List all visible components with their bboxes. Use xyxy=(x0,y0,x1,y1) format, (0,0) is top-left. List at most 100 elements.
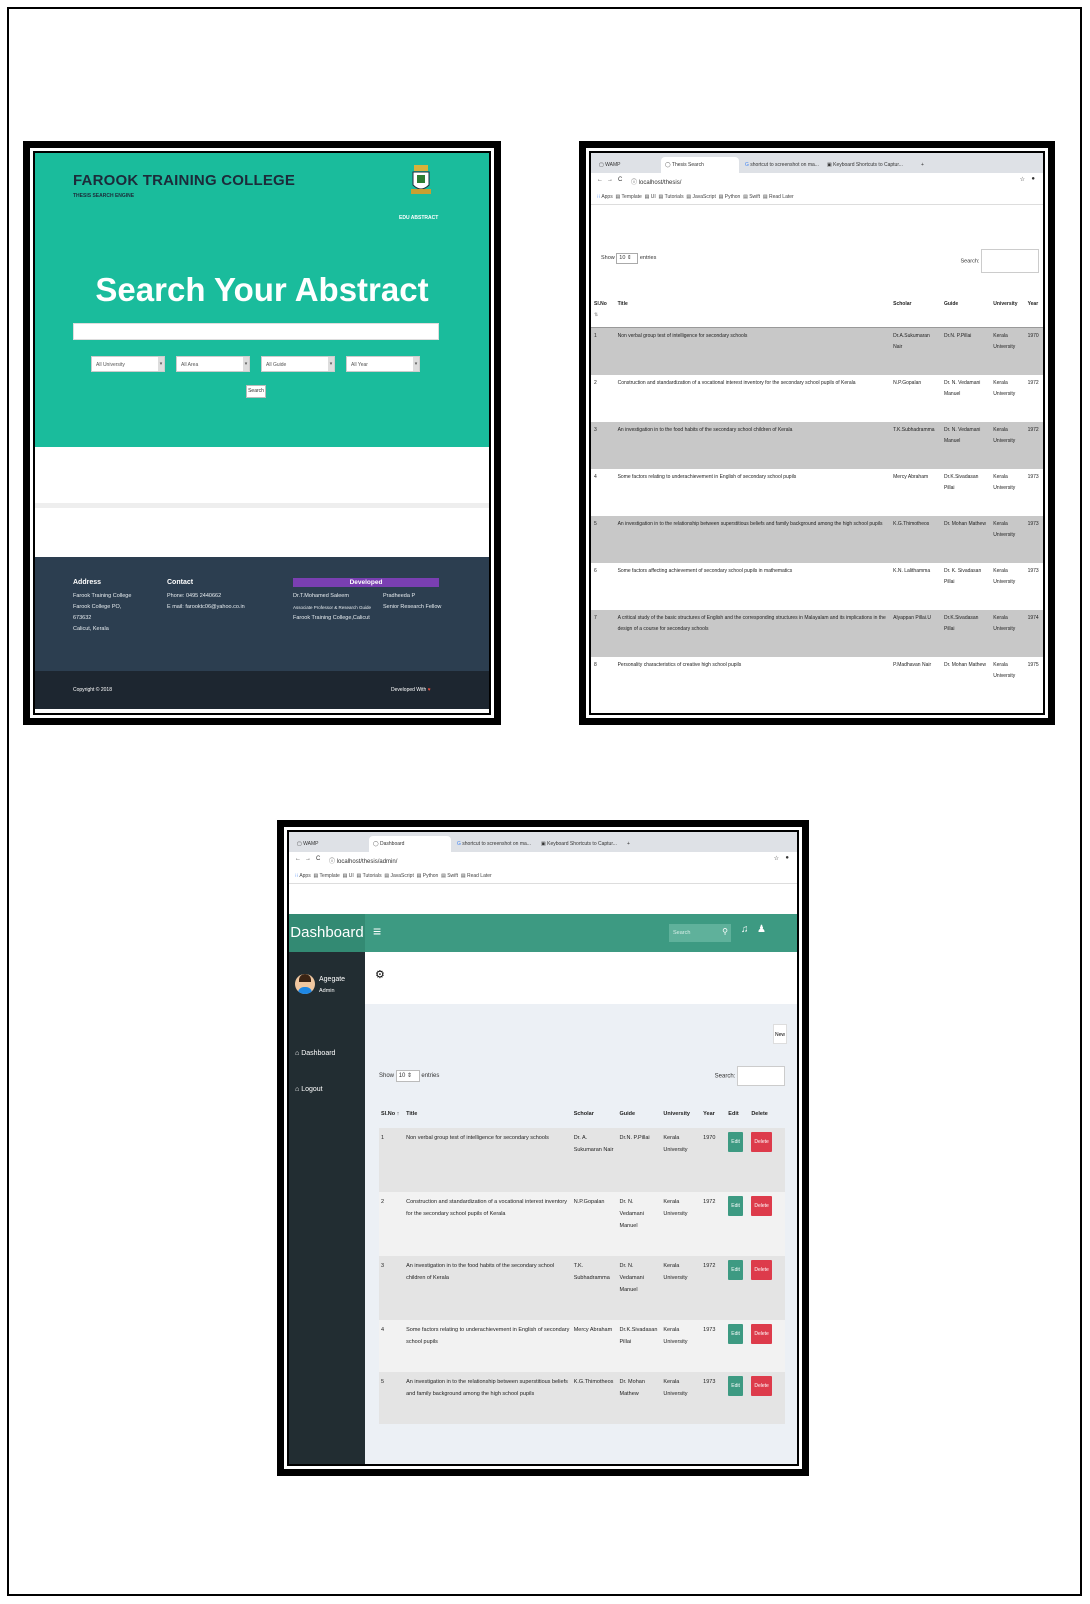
col-header-scholar[interactable]: Scholar xyxy=(572,1100,618,1128)
cell-guide: Dr. N. Vedamani Manuel xyxy=(619,1199,644,1229)
avatar-shirt xyxy=(298,987,312,994)
col-header-university[interactable]: University xyxy=(990,293,1025,328)
browser-tab-keyboard[interactable]: ▣ Keyboard Shortcuts to Captur... xyxy=(823,157,913,173)
url-field[interactable]: ⓘ localhost/thesis/ xyxy=(631,177,681,186)
tab-label: Thesis Search xyxy=(671,162,704,168)
forward-icon[interactable]: → xyxy=(607,177,613,183)
forward-icon[interactable]: → xyxy=(305,856,311,862)
extension-icon[interactable]: ● xyxy=(785,855,789,861)
table-search-input[interactable] xyxy=(981,249,1039,273)
table-row[interactable]: 4 Some factors relating to underachieveme… xyxy=(591,469,1043,516)
star-icon[interactable]: ☆ xyxy=(774,855,779,862)
back-icon[interactable]: ← xyxy=(597,177,603,183)
bookmark-ui[interactable]: ▤ UI xyxy=(645,194,656,200)
sidebar-item-dashboard[interactable]: ⌂ Dashboard xyxy=(295,1050,335,1057)
table-search-input[interactable] xyxy=(737,1066,785,1086)
col-header-year[interactable]: Year xyxy=(1024,293,1043,328)
sidebar-item-label: Logout xyxy=(301,1086,323,1093)
search-icon[interactable]: ⚲ xyxy=(722,927,728,936)
browser-tab-shortcut[interactable]: G shortcut to screenshot on ma... xyxy=(453,836,535,852)
bookmark-ui[interactable]: ▤ UI xyxy=(343,873,354,879)
table-row[interactable]: 7 A critical study of the basic structure… xyxy=(591,609,1043,657)
bookmark-read-later[interactable]: ▤ Read Later xyxy=(763,194,794,200)
col-header-delete[interactable]: Delete xyxy=(749,1100,785,1128)
bookmark-tutorials[interactable]: ▤ Tutorials xyxy=(357,873,382,879)
table-row[interactable]: 6 Some factors affecting achievement of s… xyxy=(591,563,1043,610)
col-header-slno[interactable]: Sl.No ↑ xyxy=(379,1100,404,1128)
edit-button[interactable]: Edit xyxy=(728,1324,743,1344)
new-tab-button[interactable]: + xyxy=(623,836,634,852)
col-header-year[interactable]: Year xyxy=(701,1100,726,1128)
table-row[interactable]: 3 An investigation in to the food habits … xyxy=(591,421,1043,469)
cell-scholar: K.G.Thimotheos xyxy=(893,520,930,527)
delete-button[interactable]: Delete xyxy=(751,1132,772,1152)
table-row[interactable]: 1 Non verbal group test of intelligence f… xyxy=(591,327,1043,375)
bookmark-template[interactable]: ▤ Template xyxy=(616,194,642,200)
extension-icon[interactable]: ● xyxy=(1031,176,1035,182)
edit-button[interactable]: Edit xyxy=(728,1260,743,1280)
contact-heading: Contact xyxy=(167,579,194,586)
bookmark-apps[interactable]: ⁝⁝ Apps xyxy=(597,194,613,200)
delete-button[interactable]: Delete xyxy=(751,1196,772,1216)
col-header-slno[interactable]: Sl.No ⇅ xyxy=(591,293,615,328)
header-search-input[interactable]: Search ⚲ xyxy=(669,924,731,942)
developer-org: Farook Training College,Calicut xyxy=(293,615,370,621)
dashboard-logo[interactable]: Dashboard xyxy=(289,914,365,952)
new-tab-button[interactable]: + xyxy=(917,157,928,173)
col-header-guide[interactable]: Guide xyxy=(618,1100,662,1128)
reload-icon[interactable]: C xyxy=(618,177,622,183)
browser-tab-wamp[interactable]: ▢ WAMP xyxy=(595,157,659,173)
abstract-search-input[interactable] xyxy=(73,323,439,340)
bell-icon[interactable]: ♫ xyxy=(741,924,749,935)
edit-button[interactable]: Edit xyxy=(728,1376,743,1396)
col-header-guide[interactable]: Guide xyxy=(940,293,991,328)
area-select[interactable]: All Area ▾ xyxy=(176,356,250,372)
browser-tab-thesis-search[interactable]: ◯ Thesis Search xyxy=(661,157,739,173)
browser-tab-shortcut[interactable]: G shortcut to screenshot on ma... xyxy=(741,157,821,173)
sidebar-item-logout[interactable]: ⌂ Logout xyxy=(295,1086,323,1093)
hamburger-menu-icon[interactable]: ≡ xyxy=(373,923,381,939)
entries-select[interactable]: 10 ⇕ xyxy=(395,1070,420,1082)
cell-guide: Dr. Mohan Mathew xyxy=(943,520,986,527)
delete-button[interactable]: Delete xyxy=(751,1260,772,1280)
entries-select[interactable]: 10 ⇕ xyxy=(616,253,639,264)
university-select[interactable]: All University ▾ xyxy=(91,356,165,372)
search-button[interactable]: Search xyxy=(246,385,266,398)
back-icon[interactable]: ← xyxy=(295,856,301,862)
guide-select[interactable]: All Guide ▾ xyxy=(261,356,335,372)
col-header-title[interactable]: Title xyxy=(404,1100,572,1128)
bookmark-python[interactable]: ▤ Python xyxy=(719,194,741,200)
delete-button[interactable]: Delete xyxy=(751,1324,772,1344)
user-icon[interactable]: ♟ xyxy=(757,924,766,935)
bookmark-tutorials[interactable]: ▤ Tutorials xyxy=(659,194,684,200)
col-header-title[interactable]: Title xyxy=(614,293,891,328)
star-icon[interactable]: ☆ xyxy=(1020,176,1025,183)
bookmark-javascript[interactable]: ▤ JavaScript xyxy=(384,873,413,879)
bookmark-swift[interactable]: ▤ Swift xyxy=(743,194,760,200)
table-row[interactable]: 8 Personality characteristics of creative… xyxy=(591,657,1043,704)
globe-icon: ◯ xyxy=(373,841,379,847)
new-button[interactable]: New xyxy=(773,1024,787,1044)
bookmark-template[interactable]: ▤ Template xyxy=(314,873,340,879)
edit-button[interactable]: Edit xyxy=(728,1132,743,1152)
tab-label: Keyboard Shortcuts to Captur... xyxy=(833,162,903,168)
year-select[interactable]: All Year ▾ xyxy=(346,356,420,372)
col-header-scholar[interactable]: Scholar xyxy=(890,293,941,328)
url-field[interactable]: ⓘ localhost/thesis/admin/ xyxy=(329,856,397,865)
reload-icon[interactable]: C xyxy=(316,856,320,862)
col-header-edit[interactable]: Edit xyxy=(726,1100,749,1128)
browser-tab-wamp[interactable]: ▢ WAMP xyxy=(293,836,367,852)
bookmark-label: Tutorials xyxy=(664,194,684,200)
bookmark-read-later[interactable]: ▤ Read Later xyxy=(461,873,492,879)
edit-button[interactable]: Edit xyxy=(728,1196,743,1216)
table-row[interactable]: 5 An investigation in to the relationship… xyxy=(591,515,1043,563)
bookmark-javascript[interactable]: ▤ JavaScript xyxy=(686,194,715,200)
delete-button[interactable]: Delete xyxy=(751,1376,772,1396)
bookmark-apps[interactable]: ⁝⁝ Apps xyxy=(295,873,311,879)
browser-tab-dashboard[interactable]: ◯ Dashboard xyxy=(369,836,451,852)
table-row[interactable]: 2 Construction and standardization of a v… xyxy=(591,375,1043,422)
bookmark-swift[interactable]: ▤ Swift xyxy=(441,873,458,879)
browser-tab-keyboard[interactable]: ▣ Keyboard Shortcuts to Captur... xyxy=(537,836,621,852)
bookmark-python[interactable]: ▤ Python xyxy=(417,873,439,879)
col-header-university[interactable]: University xyxy=(661,1100,701,1128)
